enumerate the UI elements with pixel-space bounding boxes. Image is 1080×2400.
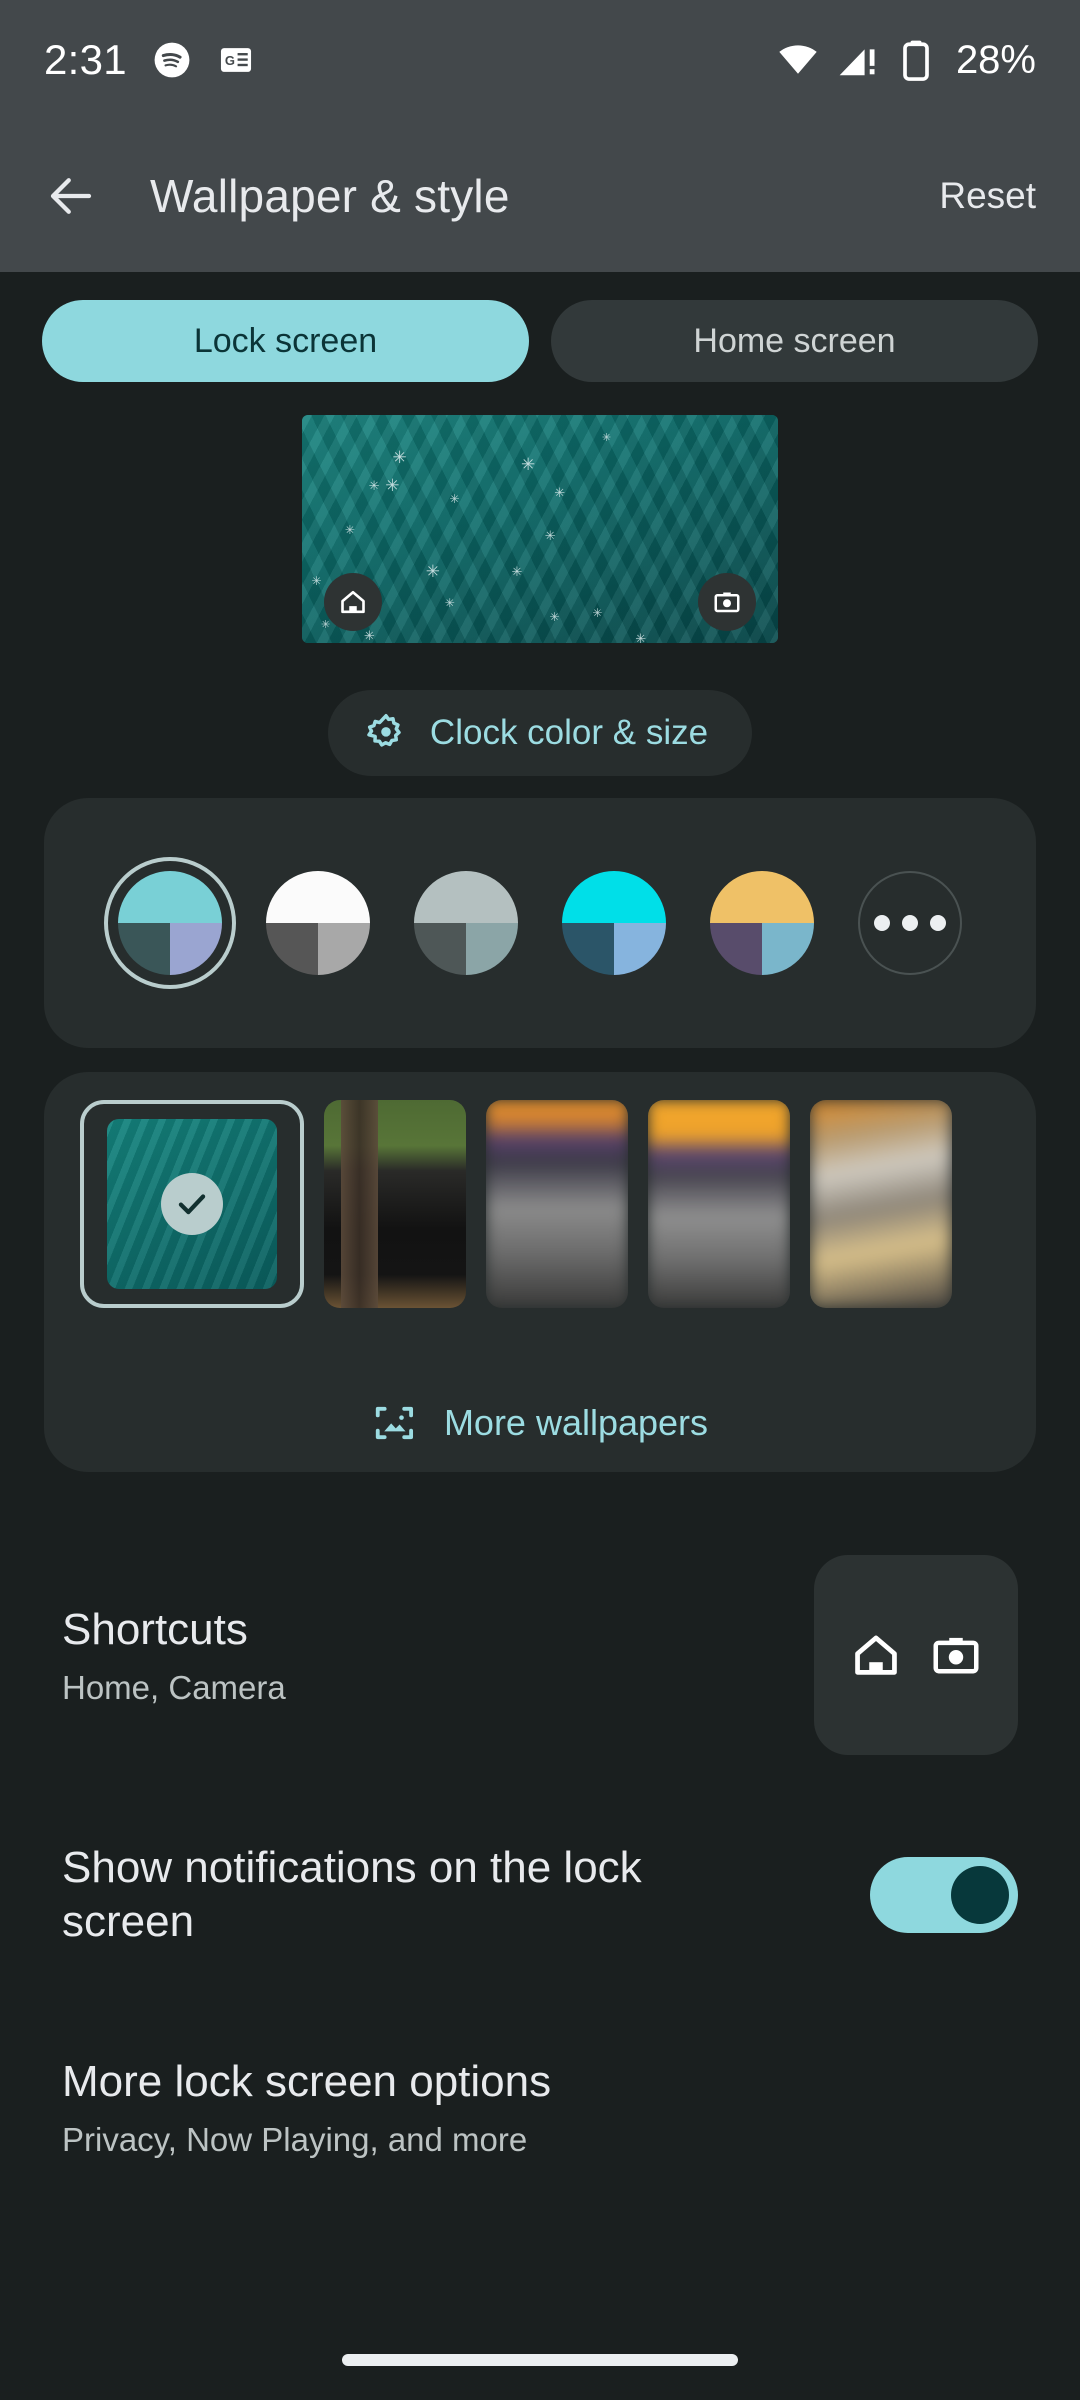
shortcuts-preview [814, 1555, 1018, 1755]
more-colors-button[interactable] [858, 871, 962, 975]
shortcuts-row[interactable]: Shortcuts Home, Camera [0, 1540, 1080, 1770]
svg-text:G: G [225, 53, 235, 68]
notifications-text: Show notifications on the lock screen [62, 1841, 762, 1948]
more-options-title: More lock screen options [62, 2057, 552, 2106]
page-title: Wallpaper & style [150, 170, 510, 222]
wallpaper-thumb-image [810, 1100, 952, 1308]
app-bar: Wallpaper & style Reset [0, 120, 1080, 272]
color-swatch-teal[interactable] [104, 857, 236, 989]
cellular-signal-warning-icon [839, 49, 875, 76]
lock-screen-preview[interactable]: ✳ ✳ ✳ ✳ ✳ ✳ ✳ ✳ ✳ ✳ ✳ ✳ ✳ ✳ ✳ ✳ ✳ ✳ [302, 415, 778, 643]
swatch-top-color [266, 871, 370, 923]
more-wallpapers-button[interactable]: More wallpapers [44, 1400, 1036, 1446]
wallpaper-thumb-car[interactable] [324, 1100, 466, 1308]
show-notifications-toggle[interactable] [870, 1857, 1018, 1933]
status-bar-clock: 2:31 [44, 36, 127, 83]
wallpaper-style-screen: 2:31 G 28% Wallpaper & style Reset Lock … [0, 0, 1080, 2400]
preview-home-shortcut-button[interactable] [324, 573, 382, 631]
reset-button[interactable]: Reset [939, 175, 1036, 217]
wallpaper-thumb-blurred-3[interactable] [810, 1100, 952, 1308]
wallpaper-thumbnails-card: More wallpapers [44, 1072, 1036, 1472]
battery-icon [903, 40, 929, 81]
more-colors-icon [874, 915, 890, 931]
more-colors-icon [902, 915, 918, 931]
notifications-title: Show notifications on the lock screen [62, 1843, 642, 1946]
shortcuts-icon-card[interactable] [814, 1555, 1018, 1755]
shortcuts-text: Shortcuts Home, Camera [62, 1603, 286, 1707]
swatch-bottom-right-color [318, 923, 370, 975]
back-arrow-icon[interactable] [44, 169, 98, 223]
lock-screen-preview-wrapper: ✳ ✳ ✳ ✳ ✳ ✳ ✳ ✳ ✳ ✳ ✳ ✳ ✳ ✳ ✳ ✳ ✳ ✳ [0, 415, 1080, 643]
status-bar-right: 28% [776, 38, 1036, 83]
wifi-icon [779, 45, 817, 74]
swatch-bottom-left-color [710, 923, 762, 975]
google-news-icon: G [220, 48, 251, 72]
wallpaper-thumb-image [648, 1100, 790, 1308]
tab-home-screen[interactable]: Home screen [551, 300, 1038, 382]
swatch-bottom-right-color [762, 923, 814, 975]
color-swatches-card [44, 798, 1036, 1048]
image-frame-icon [375, 1406, 413, 1440]
color-swatch-amber[interactable] [710, 871, 814, 975]
color-swatch-cyan[interactable] [562, 871, 666, 975]
notifications-toggle-wrap [870, 1857, 1018, 1933]
tab-lock-screen[interactable]: Lock screen [42, 300, 529, 382]
show-notifications-row[interactable]: Show notifications on the lock screen [0, 1805, 1080, 1985]
shortcuts-subtitle: Home, Camera [62, 1668, 286, 1706]
color-swatch-row [44, 798, 1036, 1048]
color-swatch-white[interactable] [266, 871, 370, 975]
more-wallpapers-label: More wallpapers [443, 1402, 709, 1443]
home-icon [341, 590, 365, 614]
wallpaper-thumb-image [486, 1100, 628, 1308]
spotify-icon [154, 42, 190, 78]
swatch-bottom-left-color [414, 923, 466, 975]
wallpaper-thumb-image [324, 1100, 466, 1308]
swatch-top-color [710, 871, 814, 923]
gear-icon [367, 714, 401, 747]
wallpaper-thumb-selected[interactable] [80, 1100, 304, 1308]
shortcuts-title: Shortcuts [62, 1605, 248, 1655]
clock-color-size-button[interactable]: Clock color & size [327, 690, 753, 776]
camera-icon [714, 592, 740, 613]
color-swatch-gray[interactable] [414, 871, 518, 975]
camera-icon [933, 1637, 979, 1674]
wallpaper-thumbnail-row [44, 1100, 1036, 1308]
swatch-bottom-left-color [562, 923, 614, 975]
wallpaper-thumb-blurred-1[interactable] [486, 1100, 628, 1308]
swatch-top-color [414, 871, 518, 923]
battery-percent-label: 28% [955, 37, 1036, 82]
selected-check-badge [161, 1173, 223, 1235]
more-lock-screen-options-row[interactable]: More lock screen options Privacy, Now Pl… [0, 2055, 1080, 2235]
swatch-bottom-right-color [614, 923, 666, 975]
wallpaper-thumb-blurred-2[interactable] [648, 1100, 790, 1308]
gesture-navigation-bar[interactable] [342, 2354, 738, 2366]
swatch-bottom-right-color [466, 923, 518, 975]
status-bar-left: 2:31 G [44, 36, 255, 84]
clock-chip-label: Clock color & size [429, 713, 709, 752]
swatch-top-color [562, 871, 666, 923]
clock-chip-row: Clock color & size [0, 690, 1080, 776]
check-icon [178, 1194, 206, 1215]
home-icon [855, 1635, 897, 1675]
status-bar: 2:31 G 28% [0, 0, 1080, 120]
more-options-subtitle: Privacy, Now Playing, and more [62, 2120, 528, 2158]
swatch-bottom-left-color [266, 923, 318, 975]
preview-camera-shortcut-button[interactable] [698, 573, 756, 631]
more-colors-icon [930, 915, 946, 931]
toggle-knob [951, 1866, 1009, 1924]
screen-mode-tabs: Lock screen Home screen [0, 300, 1080, 382]
more-options-text: More lock screen options Privacy, Now Pl… [62, 2055, 551, 2159]
